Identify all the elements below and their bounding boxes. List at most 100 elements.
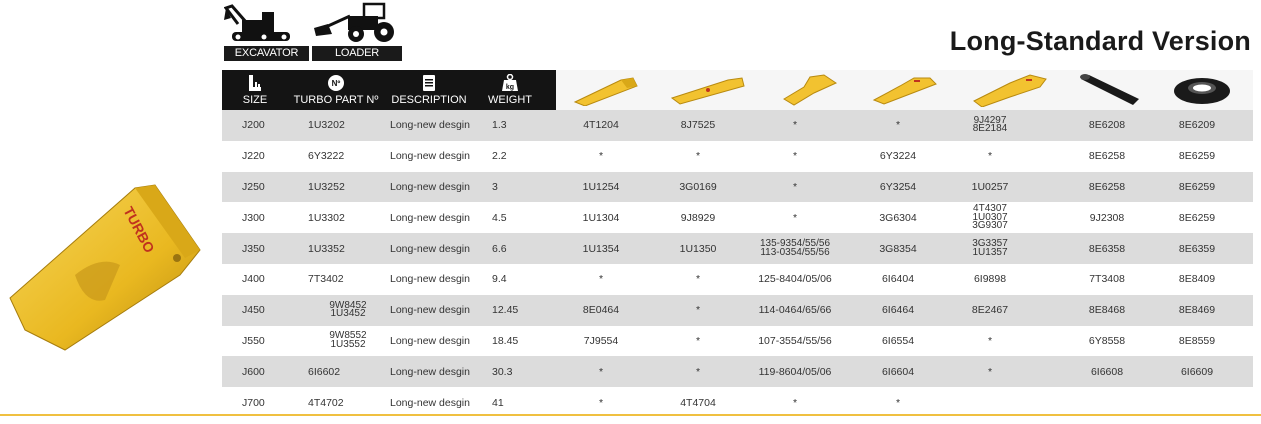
- cell-part-number: 6I6602: [308, 356, 388, 387]
- cell-text: 6I9898: [973, 273, 1007, 286]
- header-part-tooth: [556, 70, 656, 110]
- cell-text: 8E2467: [971, 304, 1009, 317]
- cell-text: *: [695, 365, 701, 378]
- long-tooth-icon: [670, 77, 745, 105]
- cell-text: 1U1304: [582, 211, 620, 224]
- cell-part-0: 4T1204: [556, 110, 646, 141]
- cell-text: 1U3352: [308, 242, 345, 255]
- cell-text: 9J2308: [1089, 211, 1125, 224]
- retainer-ring-icon: [1173, 78, 1230, 104]
- cell-part-6: 8E8559: [1160, 326, 1234, 357]
- cell-text: *: [987, 334, 993, 347]
- table-body: J200 1U3202 Long-new desgin 1.3 4T1204 8J7525…: [222, 110, 1253, 418]
- cell-part-0: *: [556, 356, 646, 387]
- cell-text: 8E6259: [1178, 180, 1216, 193]
- cell-text: *: [792, 180, 798, 193]
- cell-part-number: 1U3202: [308, 110, 388, 141]
- cell-part-2: 119-8604/05/06: [740, 356, 850, 387]
- cell-text: 125-8404/05/06: [758, 273, 832, 286]
- header-description: DESCRIPTION: [388, 70, 470, 110]
- cell-part-3: 6Y3224: [850, 141, 946, 172]
- cell-part-2: *: [740, 172, 850, 203]
- header-part-twin-adapter: [950, 70, 1070, 110]
- cell-text: 4T1204: [583, 119, 619, 132]
- cell-part-1: 8J7525: [646, 110, 750, 141]
- table-row: J250 1U3252 Long-new desgin 3 1U1254 3G0169 * 6…: [222, 171, 1253, 203]
- cell-size: J350: [242, 242, 265, 255]
- number-badge-text: Nº: [332, 79, 341, 88]
- cell-text: 6I6404: [881, 273, 915, 286]
- cell-text: *: [987, 150, 993, 163]
- cell-text: 6I6464: [881, 304, 915, 317]
- cell-part-3: 6I6554: [850, 326, 946, 357]
- cell-part-1: 1U1350: [646, 233, 750, 264]
- cell-size: J400: [242, 273, 265, 286]
- cell-text: 1U1357: [972, 246, 1008, 258]
- cell-part-0: 1U1254: [556, 172, 646, 203]
- cell-part-0: 8E0464: [556, 295, 646, 326]
- header-part-adapter: [760, 70, 860, 110]
- cell-part-1: 3G0169: [646, 172, 750, 203]
- cell-description: Long-new desgin: [390, 211, 470, 224]
- cell-part-number: 6Y3222: [308, 141, 388, 172]
- cell-text: 6Y3222: [308, 150, 345, 163]
- cell-text: *: [895, 119, 901, 132]
- cell-part-2: 135-9354/55/56 113-0354/55/56: [740, 233, 850, 264]
- excavator-icon: [224, 4, 290, 41]
- header-part-pin: [1070, 70, 1150, 110]
- cell-part-2: 125-8404/05/06: [740, 264, 850, 295]
- cell-part-6: 8E6259: [1160, 141, 1234, 172]
- cell-part-4: 6I9898: [940, 264, 1040, 295]
- cell-weight: 3: [492, 180, 498, 193]
- table-row: J220 6Y3222 Long-new desgin 2.2 * * * 6Y3224 * 8E…: [222, 141, 1253, 172]
- cell-part-6: 8E6259: [1160, 172, 1234, 203]
- cell-size: J550: [242, 334, 265, 347]
- table-row: J300 1U3302 Long-new desgin 4.5 1U1304 9J8929…: [222, 202, 1253, 233]
- cell-part-number: 7T3402: [308, 264, 388, 295]
- cell-part-4: 3G3357 1U1357: [940, 233, 1040, 264]
- cell-text: 6Y8558: [1088, 334, 1126, 347]
- cell-part-5: 8E8468: [1070, 295, 1144, 326]
- cell-text: 8E8409: [1178, 273, 1216, 286]
- cell-text: *: [792, 211, 798, 224]
- cell-part-6: 8E6209: [1160, 110, 1234, 141]
- cell-part-4: *: [940, 326, 1040, 357]
- cell-part-1: *: [646, 356, 750, 387]
- cell-text: 1U3552: [330, 338, 366, 350]
- cell-text: 8E0464: [582, 304, 620, 317]
- cell-text: 119-8604/05/06: [758, 365, 832, 378]
- cell-text: 1U1354: [582, 242, 620, 255]
- cell-part-4: *: [940, 356, 1040, 387]
- cell-text: 107-3554/55/56: [758, 334, 832, 347]
- parts-table: SIZE Nº TURBO PART Nº DESCRIPTION kg WEI…: [222, 70, 1253, 418]
- cell-part-6: 8E8469: [1160, 295, 1234, 326]
- table-row: J350 1U3352 Long-new desgin 6.6 1U1354 1U1350…: [222, 233, 1253, 264]
- cell-size: J600: [242, 365, 265, 378]
- cell-text: *: [695, 150, 701, 163]
- cell-part-6: 8E6359: [1160, 233, 1234, 264]
- cell-text: 8E8469: [1178, 304, 1216, 317]
- cell-description: Long-new desgin: [390, 304, 470, 317]
- cell-text: 3G0169: [679, 180, 717, 193]
- cell-part-5: 8E6258: [1070, 141, 1144, 172]
- cell-text: 3G9307: [972, 220, 1008, 232]
- cell-text: 7J9554: [583, 334, 619, 347]
- cell-text: 6I6608: [1090, 365, 1124, 378]
- cell-text: *: [792, 150, 798, 163]
- cell-part-6: 6I6609: [1160, 356, 1234, 387]
- cell-weight: 30.3: [492, 365, 513, 378]
- twin-adapter-icon: [973, 74, 1047, 107]
- cell-text: 1U3252: [308, 180, 345, 193]
- cell-part-3: *: [850, 110, 946, 141]
- cell-part-0: 1U1354: [556, 233, 646, 264]
- cell-text: 8J7525: [680, 119, 716, 132]
- cell-part-6: 8E8409: [1160, 264, 1234, 295]
- cell-description: Long-new desgin: [390, 242, 470, 255]
- cell-text: 9J8929: [680, 211, 716, 224]
- header-size: SIZE: [230, 70, 280, 110]
- cell-text: *: [792, 119, 798, 132]
- cell-part-5: 8E6208: [1070, 110, 1144, 141]
- cell-text: 8E6258: [1088, 180, 1126, 193]
- cell-part-0: *: [556, 141, 646, 172]
- cell-part-0: *: [556, 264, 646, 295]
